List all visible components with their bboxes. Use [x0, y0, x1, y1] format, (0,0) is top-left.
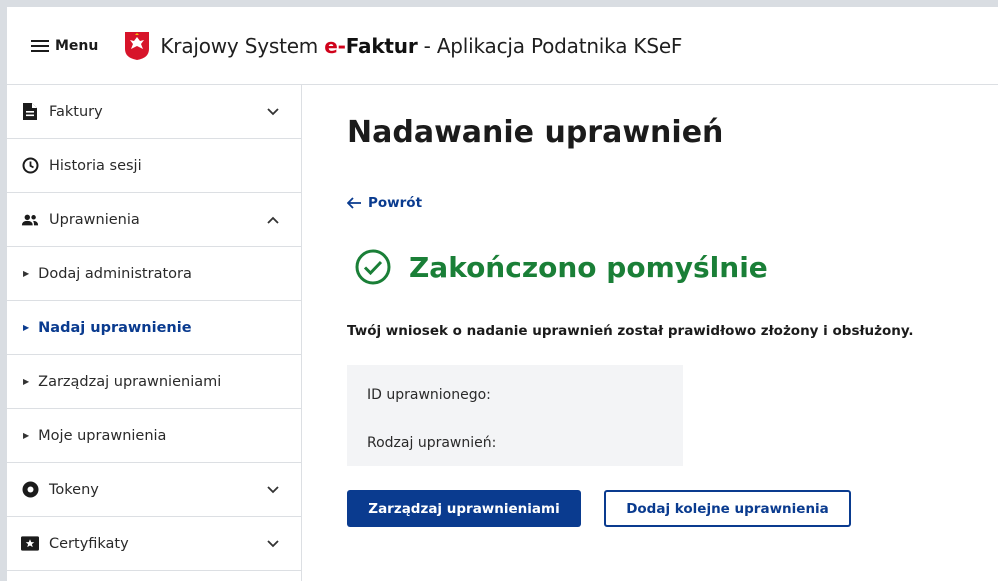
back-link[interactable]: Powrót: [347, 195, 422, 211]
sidebar-item-moje-uprawnienia[interactable]: ▶ Moje uprawnienia: [7, 409, 301, 463]
sidebar-item-certyfikaty[interactable]: Certyfikaty: [7, 517, 301, 571]
check-circle-icon: [355, 249, 391, 285]
arrow-left-icon: [347, 197, 361, 209]
success-banner: Zakończono pomyślnie: [355, 249, 768, 285]
bullet-icon: ▶: [23, 269, 30, 278]
title-prefix: Krajowy System: [160, 33, 325, 58]
id-label: ID uprawnionego:: [367, 387, 491, 403]
sidebar-item-label: Zarządzaj uprawnieniami: [38, 373, 222, 390]
hamburger-icon: [31, 39, 49, 52]
type-label: Rodzaj uprawnień:: [367, 435, 497, 451]
bullet-icon: ▶: [23, 323, 30, 332]
confirmation-message: Twój wniosek o nadanie uprawnień został …: [347, 323, 914, 339]
success-heading: Zakończono pomyślnie: [409, 250, 768, 284]
sidebar: Faktury Historia sesji Uprawnienia ▶ Dod…: [7, 85, 302, 581]
title-suffix: - Aplikacja Podatnika KSeF: [417, 33, 683, 58]
bullet-icon: ▶: [23, 377, 30, 386]
document-icon: [21, 103, 39, 121]
sidebar-item-nadaj-uprawnienie[interactable]: ▶ Nadaj uprawnienie: [7, 301, 301, 355]
app-window: Menu Krajowy System e-Faktur - Aplikacja…: [0, 0, 998, 581]
sidebar-item-tokeny[interactable]: Tokeny: [7, 463, 301, 517]
sidebar-item-label: Moje uprawnienia: [38, 427, 167, 444]
details-box: ID uprawnionego: Rodzaj uprawnień:: [347, 365, 683, 466]
sidebar-item-label: Nadaj uprawnienie: [38, 319, 192, 336]
bullet-icon: ▶: [23, 431, 30, 440]
sidebar-item-label: Certyfikaty: [49, 535, 129, 552]
add-more-permissions-button[interactable]: Dodaj kolejne uprawnienia: [604, 490, 851, 527]
sidebar-item-dodaj-administratora[interactable]: ▶ Dodaj administratora: [7, 247, 301, 301]
menu-button[interactable]: Menu: [31, 38, 98, 54]
sidebar-item-uprawnienia[interactable]: Uprawnienia: [7, 193, 301, 247]
back-link-label: Powrót: [368, 195, 423, 211]
chevron-down-icon: [267, 107, 279, 115]
users-icon: [21, 211, 39, 229]
certificate-icon: [21, 535, 39, 553]
sidebar-item-label: Dodaj administratora: [38, 265, 192, 282]
title-faktur: Faktur: [345, 33, 418, 58]
sidebar-item-historia-sesji[interactable]: Historia sesji: [7, 139, 301, 193]
sidebar-item-label: Historia sesji: [49, 157, 142, 174]
clock-icon: [21, 157, 39, 175]
title-e: e-: [324, 33, 346, 58]
sidebar-item-zarzadzaj-uprawnieniami[interactable]: ▶ Zarządzaj uprawnieniami: [7, 355, 301, 409]
sidebar-item-faktury[interactable]: Faktury: [7, 85, 301, 139]
chevron-down-icon: [267, 485, 279, 493]
app-title: Krajowy System e-Faktur - Aplikacja Poda…: [160, 34, 682, 58]
top-bar: Menu Krajowy System e-Faktur - Aplikacja…: [7, 7, 998, 85]
sidebar-item-label: Uprawnienia: [49, 211, 140, 228]
manage-permissions-button[interactable]: Zarządzaj uprawnieniami: [347, 490, 581, 527]
polish-emblem-icon: [125, 31, 150, 60]
sidebar-item-label: Tokeny: [49, 481, 99, 498]
page-title: Nadawanie uprawnień: [347, 115, 724, 150]
sidebar-item-label: Faktury: [49, 103, 103, 120]
token-icon: [21, 481, 39, 499]
main-content: Nadawanie uprawnień Powrót Zakończono po…: [347, 85, 998, 581]
chevron-up-icon: [267, 216, 279, 224]
menu-label: Menu: [55, 37, 99, 54]
chevron-down-icon: [267, 539, 279, 547]
